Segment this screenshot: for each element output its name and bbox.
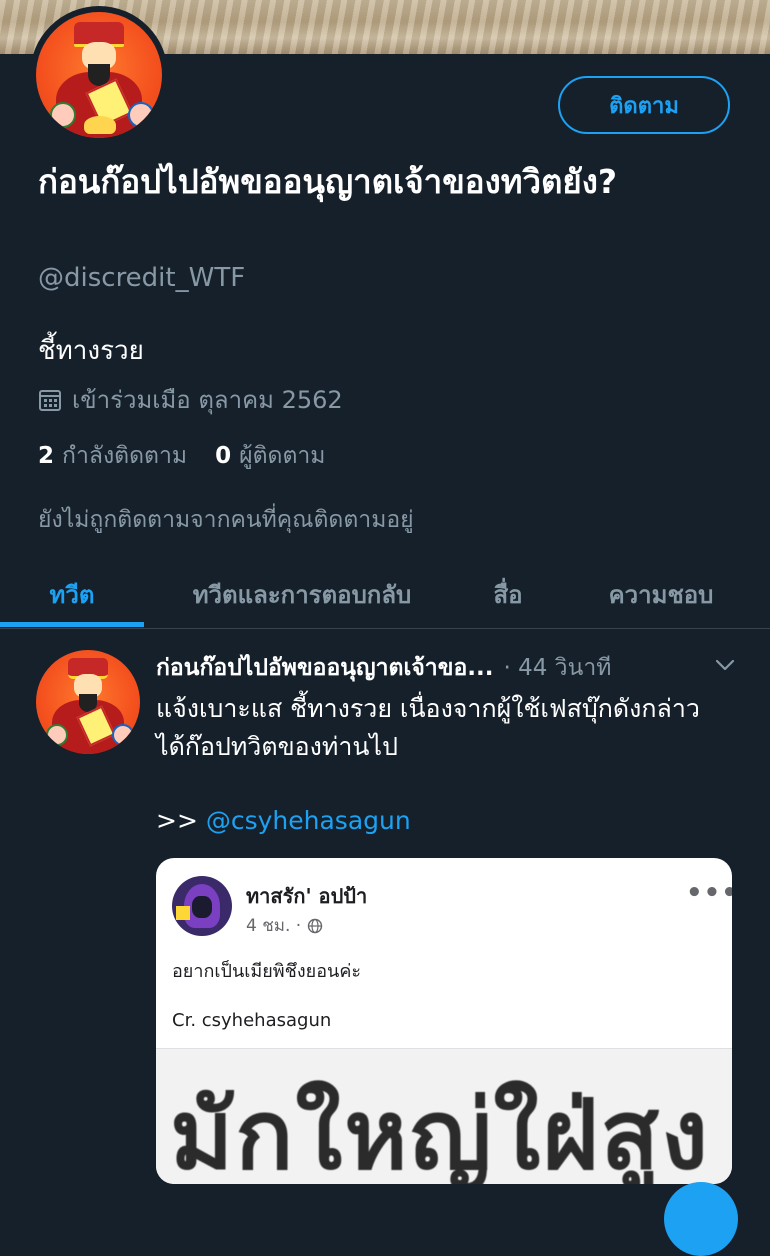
tweet-image-card[interactable]: ทาสรัก' อปป้า 4 ชม. · ••• อยากเป็นเมียพิ… bbox=[156, 858, 732, 1184]
profile-bio: ชี้ทางรวย bbox=[38, 336, 144, 366]
following-count[interactable]: 2 bbox=[38, 443, 54, 469]
fb-post-image: มักใหญ่ใฝ่สูง bbox=[156, 1049, 732, 1184]
active-tab-indicator bbox=[0, 622, 144, 627]
tab-tweets-and-replies[interactable]: ทวีตและการตอบกลับ bbox=[150, 560, 454, 628]
tweet-author-avatar[interactable] bbox=[36, 650, 140, 754]
follow-button[interactable]: ติดตาม bbox=[558, 76, 730, 134]
joined-date: เข้าร่วมเมือ ตุลาคม 2562 bbox=[38, 380, 343, 419]
fb-post-avatar bbox=[172, 876, 232, 936]
joined-text: เข้าร่วมเมือ ตุลาคม 2562 bbox=[72, 386, 343, 414]
fb-post-image-text: มักใหญ่ใฝ่สูง bbox=[170, 1078, 710, 1184]
mention-prefix: >> bbox=[156, 806, 206, 835]
mention-link[interactable]: @csyhehasagun bbox=[206, 806, 411, 835]
tweet-author-ellipsis: ... bbox=[467, 655, 494, 681]
profile-tabs: ทวีต ทวีตและการตอบกลับ สื่อ ความชอบ bbox=[0, 560, 770, 629]
tweet-timestamp[interactable]: · 44 วินาที bbox=[503, 650, 611, 686]
fb-post-credit: Cr. csyhehasagun bbox=[172, 1010, 332, 1031]
tweet-header: ก่อนก๊อปไปอัพขออนุญาตเจ้าขอ... · 44 วินา… bbox=[156, 650, 746, 686]
globe-icon bbox=[307, 918, 323, 933]
follow-counts: 2 กำลังติดตาม 0 ผู้ติดตาม bbox=[38, 438, 325, 474]
fb-post-time: 4 ชม. · bbox=[246, 916, 302, 936]
tab-tweets[interactable]: ทวีต bbox=[0, 560, 144, 628]
followers-label[interactable]: ผู้ติดตาม bbox=[239, 438, 325, 474]
tweet-mention-line: >> @csyhehasagun bbox=[156, 806, 411, 835]
profile-handle: @discredit_WTF bbox=[38, 263, 246, 293]
compose-tweet-button[interactable] bbox=[664, 1182, 738, 1256]
followers-count[interactable]: 0 bbox=[215, 443, 231, 469]
not-followed-note: ยังไม่ถูกติดตามจากคนที่คุณติดตามอยู่ bbox=[38, 507, 414, 533]
profile-avatar[interactable] bbox=[30, 6, 168, 144]
fb-post-author: ทาสรัก' อปป้า bbox=[246, 884, 368, 908]
profile-display-name: ก่อนก๊อปไปอัพขออนุญาตเจ้าของทวิตยัง? bbox=[38, 162, 617, 201]
fb-post-text: อยากเป็นเมียพิชึงยอนค่ะ bbox=[172, 961, 362, 982]
fb-post-meta: 4 ชม. · bbox=[246, 912, 323, 939]
tweet-text: แจ้งเบาะแส ชี้ทางรวย เนื่องจากผู้ใช้เฟสบ… bbox=[156, 694, 700, 761]
tab-likes[interactable]: ความชอบ bbox=[574, 560, 748, 628]
chevron-down-icon[interactable] bbox=[714, 654, 736, 676]
calendar-icon bbox=[39, 389, 61, 411]
following-label[interactable]: กำลังติดตาม bbox=[62, 438, 187, 474]
tweet-author-name[interactable]: ก่อนก๊อปไปอัพขออนุญาตเจ้าขอ bbox=[156, 650, 467, 686]
more-options-icon: ••• bbox=[686, 878, 732, 908]
tab-media[interactable]: สื่อ bbox=[462, 560, 554, 628]
